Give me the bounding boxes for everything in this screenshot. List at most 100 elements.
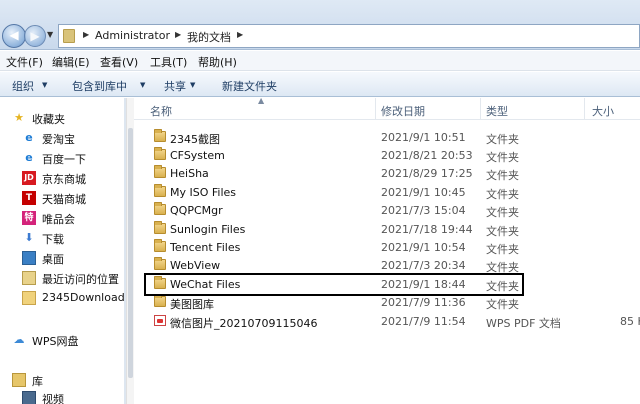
file-name: 2345截图 (170, 133, 220, 146)
list-item[interactable]: HeiSha 2021/8/29 17:25 文件夹 (134, 164, 640, 182)
file-name: WebView (170, 259, 221, 272)
recent-places-icon (22, 271, 36, 285)
file-modified: 2021/7/3 15:04 (381, 204, 466, 217)
file-type: 文件夹 (486, 280, 519, 293)
sidebar-scrollbar[interactable] (126, 98, 134, 404)
back-button[interactable]: ◀ (2, 24, 26, 48)
sidebar-item-2345downloads[interactable]: 2345Downloads (0, 288, 124, 308)
file-name: My ISO Files (170, 186, 237, 199)
file-type: 文件夹 (486, 169, 519, 182)
chevron-right-icon[interactable]: ▶ (237, 30, 243, 39)
file-modified: 2021/7/18 19:44 (381, 223, 473, 236)
file-name: 美图图库 (170, 298, 214, 311)
file-modified: 2021/8/29 17:25 (381, 167, 473, 180)
chevron-right-icon[interactable]: ▶ (83, 30, 89, 39)
chevron-right-icon[interactable]: ▶ (175, 30, 181, 39)
scrollbar-thumb[interactable] (128, 128, 133, 378)
file-name: 微信图片_20210709115046 (170, 317, 318, 330)
sidebar-item-recent-places[interactable]: 最近访问的位置 (0, 268, 124, 288)
folder-icon (154, 294, 166, 307)
chevron-down-icon: ▼ (42, 81, 48, 89)
menu-help[interactable]: 帮助(H) (198, 54, 237, 70)
column-size[interactable]: 大小 (592, 103, 614, 119)
sidebar-item-jd[interactable]: JD 京东商城 (0, 168, 124, 188)
menu-bar: 文件(F) 编辑(E) 查看(V) 工具(T) 帮助(H) (0, 51, 640, 71)
file-type: 文件夹 (486, 261, 519, 274)
chevron-down-icon: ▼ (140, 81, 146, 89)
list-item[interactable]: 微信图片_20210709115046 2021/7/9 11:54 WPS P… (134, 312, 640, 330)
new-folder-button[interactable]: 新建文件夹 (222, 78, 277, 94)
file-type: 文件夹 (486, 133, 519, 146)
sidebar-item-aitaobao[interactable]: e 爱淘宝 (0, 128, 124, 148)
list-item[interactable]: Sunlogin Files 2021/7/18 19:44 文件夹 (134, 220, 640, 238)
file-size: 85 K (620, 315, 640, 328)
sidebar-item-favorites[interactable]: ★ 收藏夹 (0, 108, 124, 128)
file-modified: 2021/8/21 20:53 (381, 149, 473, 162)
column-divider[interactable] (584, 98, 585, 120)
pdf-file-icon (154, 315, 166, 326)
column-name[interactable]: 名称 (150, 103, 172, 119)
organize-button[interactable]: 组织 (12, 78, 34, 94)
sidebar-item-library[interactable]: 库 (0, 370, 124, 390)
sidebar-item-wps-cloud[interactable]: ☁ WPS网盘 (0, 330, 124, 350)
list-item[interactable]: My ISO Files 2021/9/1 10:45 文件夹 (134, 183, 640, 201)
sidebar-item-label: 库 (32, 375, 43, 388)
sidebar-item-videos[interactable]: 视频 (0, 388, 124, 404)
menu-view[interactable]: 查看(V) (100, 54, 138, 70)
breadcrumb-administrator[interactable]: Administrator (95, 29, 170, 42)
history-dropdown-icon[interactable]: ▼ (47, 30, 53, 39)
sort-ascending-icon: ▲ (258, 96, 265, 105)
list-item[interactable]: WeChat Files 2021/9/1 18:44 文件夹 (134, 275, 640, 293)
file-modified: 2021/7/9 11:36 (381, 296, 466, 309)
file-name: QQPCMgr (170, 204, 223, 217)
breadcrumb-my-documents[interactable]: 我的文档 (187, 29, 231, 45)
tmall-icon: T (22, 191, 36, 205)
sidebar-item-label: 下载 (42, 233, 64, 246)
column-divider[interactable] (480, 98, 481, 120)
sidebar-item-tmall[interactable]: T 天猫商城 (0, 188, 124, 208)
file-modified: 2021/9/1 10:45 (381, 186, 466, 199)
navigation-pane: ★ 收藏夹 e 爱淘宝 e 百度一下 JD 京东商城 T 天猫商城 特 唯品会 … (0, 98, 124, 404)
sidebar-item-baidu[interactable]: e 百度一下 (0, 148, 124, 168)
file-type: 文件夹 (486, 188, 519, 201)
sidebar-item-label: 百度一下 (42, 153, 86, 166)
sidebar-item-downloads[interactable]: ⬇ 下载 (0, 228, 124, 248)
list-item[interactable]: 2345截图 2021/9/1 10:51 文件夹 (134, 128, 640, 146)
file-modified: 2021/7/9 11:54 (381, 315, 466, 328)
file-type: 文件夹 (486, 151, 519, 164)
menu-edit[interactable]: 编辑(E) (52, 54, 90, 70)
file-type: 文件夹 (486, 225, 519, 238)
address-box[interactable]: ▶ Administrator ▶ 我的文档 ▶ (58, 24, 640, 48)
list-item[interactable]: WebView 2021/7/3 20:34 文件夹 (134, 256, 640, 274)
file-type: WPS PDF 文档 (486, 317, 561, 330)
share-button[interactable]: 共享 (164, 78, 186, 94)
sidebar-item-label: 天猫商城 (42, 193, 86, 206)
library-icon (12, 373, 26, 387)
sidebar-item-label: 收藏夹 (32, 113, 65, 126)
ie-icon: e (25, 151, 33, 164)
file-name: WeChat Files (170, 278, 241, 291)
list-item[interactable]: CFSystem 2021/8/21 20:53 文件夹 (134, 146, 640, 164)
column-type[interactable]: 类型 (486, 103, 508, 119)
sidebar-item-label: 最近访问的位置 (42, 273, 119, 286)
column-divider[interactable] (375, 98, 376, 120)
menu-tools[interactable]: 工具(T) (150, 54, 187, 70)
desktop-icon (22, 251, 36, 265)
column-modified[interactable]: 修改日期 (381, 103, 425, 119)
folder-icon (154, 184, 166, 197)
sidebar-item-label: 桌面 (42, 253, 64, 266)
list-item[interactable]: QQPCMgr 2021/7/3 15:04 文件夹 (134, 201, 640, 219)
folder-icon (22, 291, 36, 305)
address-bar-strip: ◀ ▶ ▼ ▶ Administrator ▶ 我的文档 ▶ (0, 0, 640, 50)
file-modified: 2021/9/1 10:54 (381, 241, 466, 254)
sidebar-item-desktop[interactable]: 桌面 (0, 248, 124, 268)
list-item[interactable]: 美图图库 2021/7/9 11:36 文件夹 (134, 293, 640, 311)
list-item[interactable]: Tencent Files 2021/9/1 10:54 文件夹 (134, 238, 640, 256)
folder-icon (154, 147, 166, 160)
include-in-library-button[interactable]: 包含到库中 (72, 78, 127, 94)
file-modified: 2021/9/1 18:44 (381, 278, 466, 291)
forward-button[interactable]: ▶ (24, 25, 46, 47)
menu-file[interactable]: 文件(F) (6, 54, 43, 70)
folder-icon (154, 221, 166, 234)
sidebar-item-vip[interactable]: 特 唯品会 (0, 208, 124, 228)
